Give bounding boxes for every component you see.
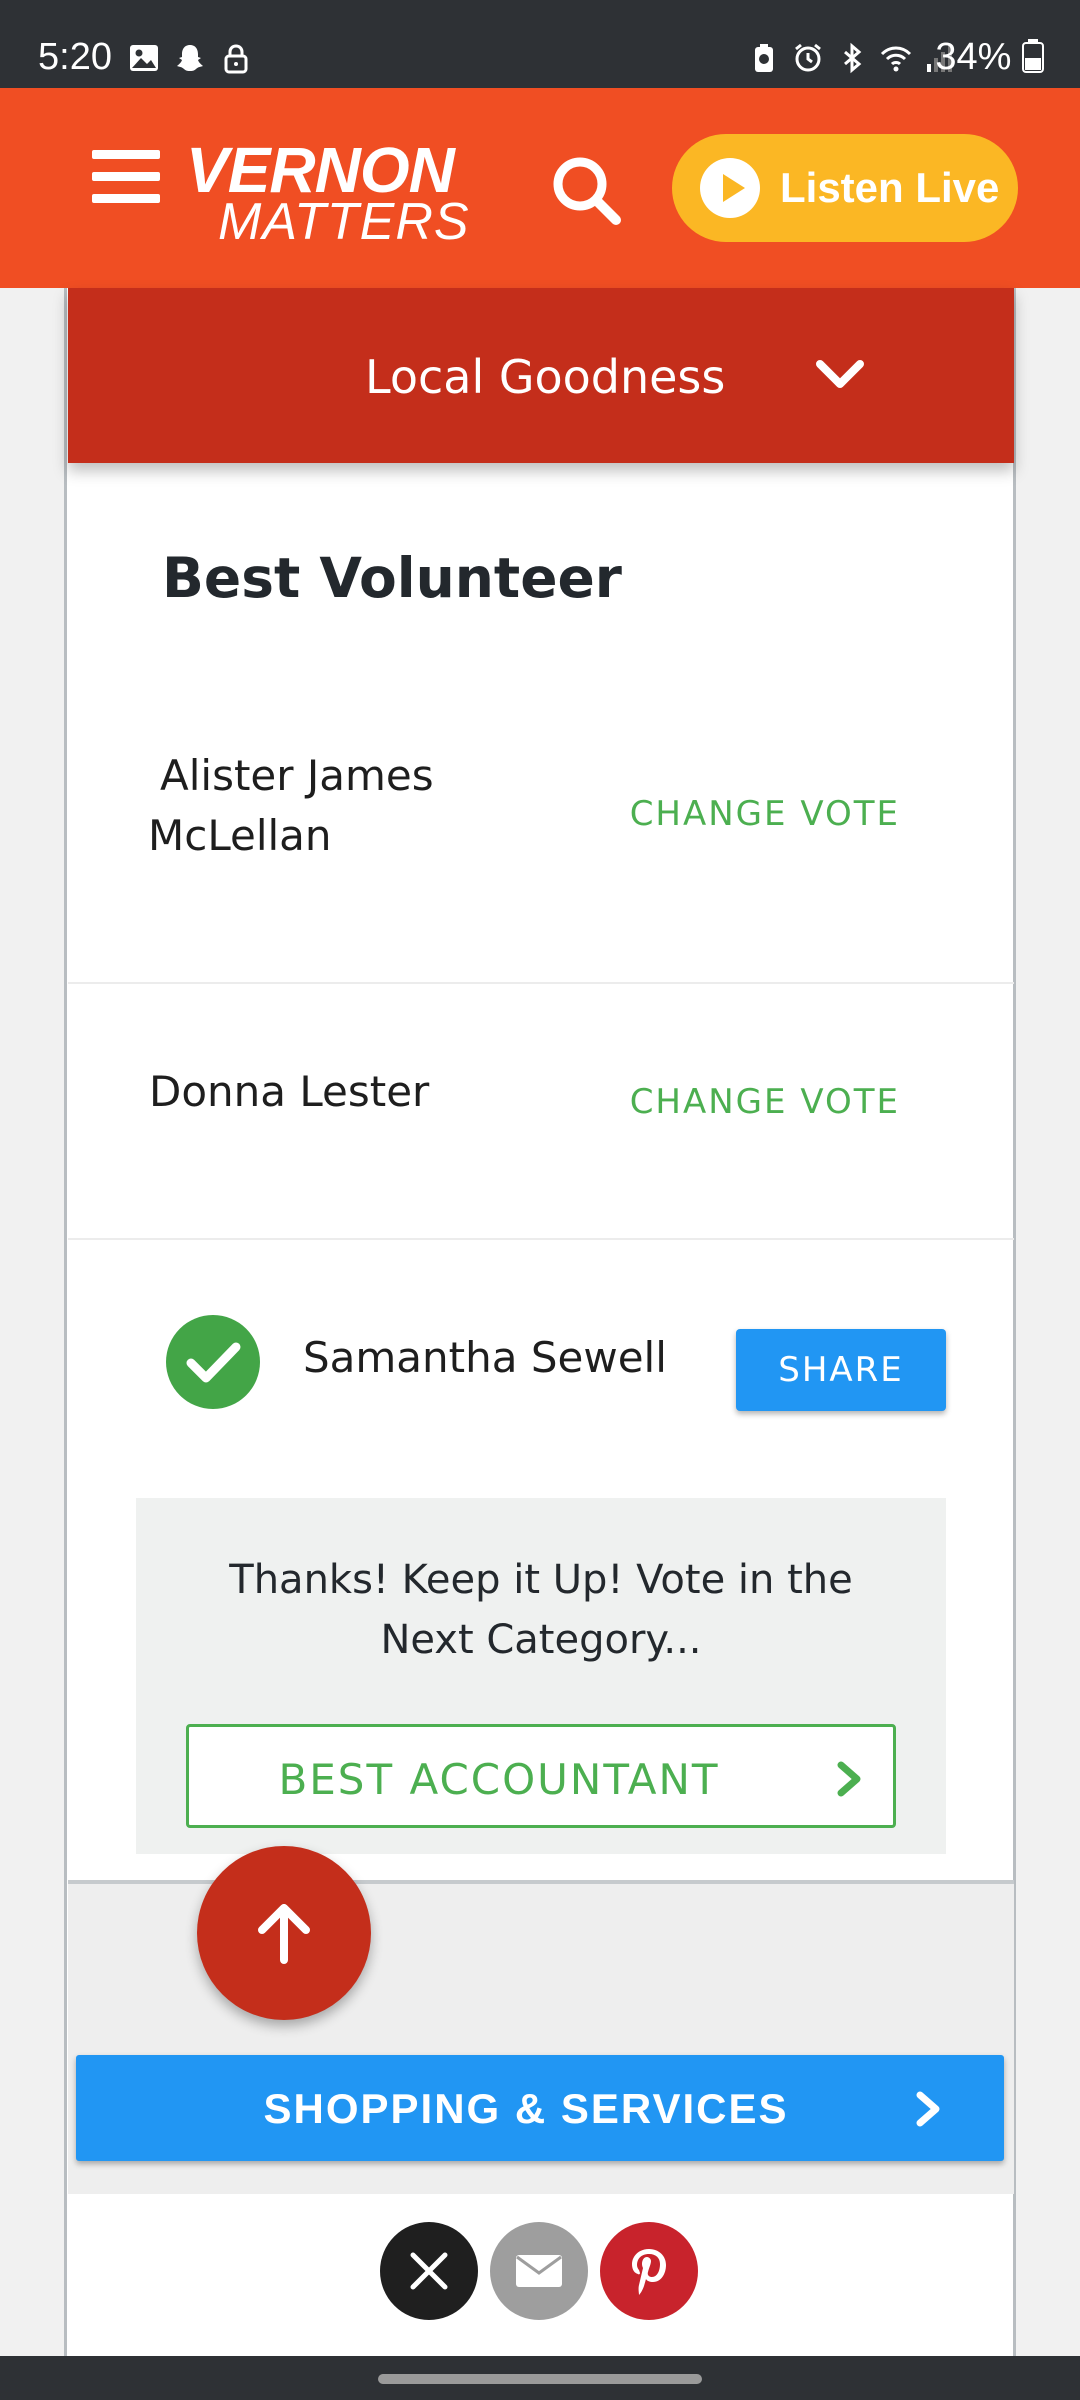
shopping-services-button[interactable]: SHOPPING & SERVICES [76, 2055, 1004, 2161]
chevron-right-icon [835, 1759, 865, 1799]
category-label: Local Goodness [365, 350, 726, 404]
image-icon [128, 42, 160, 74]
share-button[interactable]: SHARE [736, 1329, 946, 1411]
chevron-right-icon [914, 2089, 944, 2129]
category-dropdown[interactable]: Local Goodness [68, 288, 1014, 463]
nominee-row: Donna Lester CHANGE VOTE [68, 984, 1014, 1240]
battery-saver-icon [748, 42, 780, 74]
nominee-name-line2: McLellan [148, 811, 332, 860]
wifi-icon [880, 42, 912, 74]
change-vote-button[interactable]: CHANGE VOTE [630, 794, 900, 834]
social-share-row [380, 2222, 698, 2320]
shopping-services-label: SHOPPING & SERVICES [263, 2085, 789, 2132]
home-handle[interactable] [378, 2374, 702, 2384]
nominee-name: Donna Lester [149, 1067, 430, 1116]
nominee-name-line1: Alister James [160, 751, 434, 800]
x-icon[interactable] [380, 2222, 478, 2320]
status-right-icons [748, 42, 956, 74]
search-icon[interactable] [548, 152, 624, 228]
alarm-icon [792, 42, 824, 74]
battery-percent: 34% [935, 36, 1012, 78]
status-left-icons [128, 42, 252, 74]
lock-icon [220, 42, 252, 74]
back-to-top-button[interactable] [197, 1846, 371, 2020]
checkmark-icon [166, 1315, 260, 1409]
thanks-line2: Next Category... [380, 1617, 702, 1663]
voted-nominee-name: Samantha Sewell [303, 1333, 667, 1382]
section-title: Best Volunteer [162, 546, 622, 610]
bluetooth-icon [836, 42, 868, 74]
next-category-button[interactable]: BEST ACCOUNTANT [186, 1724, 896, 1828]
site-logo[interactable]: VERNON MATTERS [186, 138, 470, 248]
next-category-box: Thanks! Keep it Up! Vote in the Next Cat… [136, 1498, 946, 1854]
listen-live-button[interactable]: Listen Live [672, 134, 1018, 242]
chevron-down-icon [812, 356, 868, 396]
arrow-up-icon [258, 1904, 310, 1964]
play-icon [700, 158, 760, 218]
battery-icon [1022, 39, 1044, 73]
system-navigation-bar [0, 2356, 1080, 2400]
battery-status: 34% [935, 36, 1044, 79]
thanks-line1: Thanks! Keep it Up! Vote in the [229, 1557, 853, 1603]
logo-bottom: MATTERS [218, 193, 470, 251]
email-icon[interactable] [490, 2222, 588, 2320]
thanks-message: Thanks! Keep it Up! Vote in the Next Cat… [136, 1550, 946, 1670]
change-vote-button[interactable]: CHANGE VOTE [630, 1082, 900, 1122]
nominee-row: Alister James McLellan CHANGE VOTE [68, 660, 1014, 984]
next-category-label: BEST ACCOUNTANT [278, 1755, 720, 1804]
site-header: VERNON MATTERS Listen Live [0, 88, 1080, 288]
nominee-name: Alister James McLellan [148, 746, 434, 866]
status-time: 5:20 [38, 36, 112, 78]
menu-icon[interactable] [92, 150, 160, 204]
status-bar: 5:20 34% [0, 0, 1080, 88]
snapchat-icon [174, 42, 206, 74]
listen-live-label: Listen Live [780, 164, 1000, 211]
pinterest-icon[interactable] [600, 2222, 698, 2320]
